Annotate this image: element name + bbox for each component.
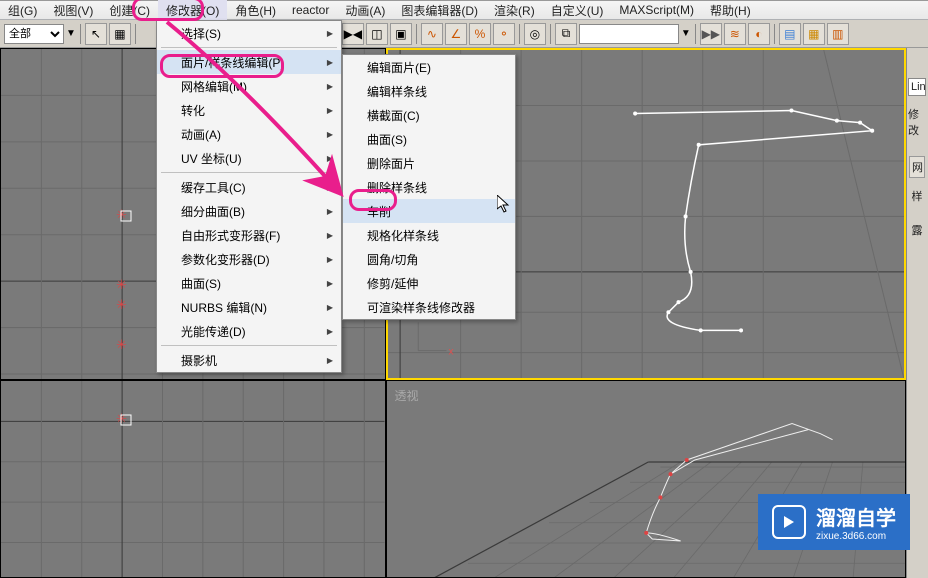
menu-help[interactable]: 帮助(H) (702, 0, 759, 21)
menu-uv-coords[interactable]: UV 坐标(U) (157, 146, 341, 170)
menu-nurbs-editing[interactable]: NURBS 编辑(N) (157, 295, 341, 319)
svg-text:x: x (448, 347, 453, 358)
viewport-label: 透视 (395, 387, 419, 404)
modifier-panel-partial: Lin 修改 网 样 露 (906, 70, 928, 240)
menu-maxscript[interactable]: MAXScript(M) (611, 1, 702, 19)
menu-fillet-chamfer[interactable]: 圆角/切角 (343, 247, 515, 271)
menu-cross-section[interactable]: 横截面(C) (343, 103, 515, 127)
menu-free-form-deformers[interactable]: 自由形式变形器(F) (157, 223, 341, 247)
menu-surface[interactable]: 曲面(S) (157, 271, 341, 295)
modifiers-submenu: 选择(S) 面片/样条线编辑(P) 网格编辑(M) 转化 动画(A) UV 坐标… (156, 20, 342, 373)
selection-filter-dropdown[interactable]: 全部 (4, 24, 64, 44)
menu-renderable-spline[interactable]: 可渲染样条线修改器 (343, 295, 515, 319)
spinner-snap-icon[interactable]: ⚬ (493, 23, 515, 45)
menu-create[interactable]: 创建(C) (101, 0, 158, 21)
named-selection-icon[interactable]: ◎ (524, 23, 546, 45)
menu-trim-extend[interactable]: 修剪/延伸 (343, 271, 515, 295)
svg-text:✳: ✳ (116, 337, 127, 352)
menu-delete-spline[interactable]: 删除样条线 (343, 175, 515, 199)
menu-edit-spline[interactable]: 编辑样条线 (343, 79, 515, 103)
prev-icon[interactable]: ▶▶ (700, 23, 722, 45)
mirror-tool-icon[interactable]: ⧉ (555, 23, 577, 45)
menu-customize[interactable]: 自定义(U) (543, 0, 612, 21)
menu-radiosity[interactable]: 光能传递(D) (157, 319, 341, 343)
percent-snap-icon[interactable]: % (469, 23, 491, 45)
curve-editor-icon[interactable]: ◐ (748, 23, 770, 45)
array-icon[interactable]: ◫ (366, 23, 388, 45)
panel-line-label: Lin (908, 78, 926, 96)
menu-animation-sub[interactable]: 动画(A) (157, 122, 341, 146)
align-icon[interactable]: ▣ (390, 23, 412, 45)
menu-normalize-spline[interactable]: 规格化样条线 (343, 223, 515, 247)
menu-surface-s[interactable]: 曲面(S) (343, 127, 515, 151)
panel-expose-label: 露 (910, 220, 925, 240)
menu-conversion[interactable]: 转化 (157, 98, 341, 122)
menu-cameras[interactable]: 摄影机 (157, 348, 341, 372)
svg-text:✳: ✳ (116, 297, 127, 312)
menu-parametric-deformers[interactable]: 参数化变形器(D) (157, 247, 341, 271)
mirror-icon[interactable]: ▶◀ (342, 23, 364, 45)
panel-spline-label: 样 (910, 186, 925, 206)
menu-view[interactable]: 视图(V) (45, 0, 101, 21)
watermark-badge: 溜溜自学 zixue.3d66.com (758, 494, 910, 550)
menu-cache-tools[interactable]: 缓存工具(C) (157, 175, 341, 199)
snap-toggle-icon[interactable]: ∿ (421, 23, 443, 45)
menu-modifiers[interactable]: 修改器(O) (158, 0, 227, 21)
menu-character[interactable]: 角色(H) (227, 0, 284, 21)
panel-modify-label: 修改 (906, 104, 928, 140)
material-icon[interactable]: ▦ (803, 23, 825, 45)
viewport-bottom-left[interactable]: ✳ (0, 380, 386, 578)
play-icon (772, 505, 806, 539)
svg-text:✳: ✳ (116, 277, 127, 292)
menu-selection[interactable]: 选择(S) (157, 21, 341, 45)
menu-animation[interactable]: 动画(A) (337, 0, 393, 21)
layers-icon[interactable]: ≋ (724, 23, 746, 45)
menu-edit-patch[interactable]: 编辑面片(E) (343, 55, 515, 79)
menu-rendering[interactable]: 渲染(R) (486, 0, 543, 21)
menu-graph-editors[interactable]: 图表编辑器(D) (393, 0, 486, 21)
panel-mesh-label: 网 (909, 156, 925, 178)
select-tool-icon[interactable]: ↖ (85, 23, 107, 45)
main-toolbar: 全部 ▼ ↖ ▦ ▶◀ ◫ ▣ ∿ ∠ % ⚬ ◎ ⧉ ▼ ▶▶ ≋ ◐ ▤ ▦… (0, 20, 928, 48)
named-selection-field[interactable] (579, 24, 679, 44)
menu-patch-spline-editing[interactable]: 面片/样条线编辑(P) (157, 50, 341, 74)
watermark-url: zixue.3d66.com (816, 531, 896, 542)
menu-delete-patch[interactable]: 删除面片 (343, 151, 515, 175)
patch-spline-submenu: 编辑面片(E) 编辑样条线 横截面(C) 曲面(S) 删除面片 删除样条线 车削… (342, 54, 516, 320)
menu-lathe[interactable]: 车削 (343, 199, 515, 223)
menu-bar: 组(G) 视图(V) 创建(C) 修改器(O) 角色(H) reactor 动画… (0, 0, 928, 20)
watermark-title: 溜溜自学 (816, 508, 896, 530)
menu-reactor[interactable]: reactor (284, 1, 337, 19)
menu-subdivision[interactable]: 细分曲面(B) (157, 199, 341, 223)
angle-snap-icon[interactable]: ∠ (445, 23, 467, 45)
render-icon[interactable]: ▥ (827, 23, 849, 45)
menu-group[interactable]: 组(G) (0, 0, 45, 21)
menu-mesh-editing[interactable]: 网格编辑(M) (157, 74, 341, 98)
schematic-icon[interactable]: ▤ (779, 23, 801, 45)
select-name-icon[interactable]: ▦ (109, 23, 131, 45)
